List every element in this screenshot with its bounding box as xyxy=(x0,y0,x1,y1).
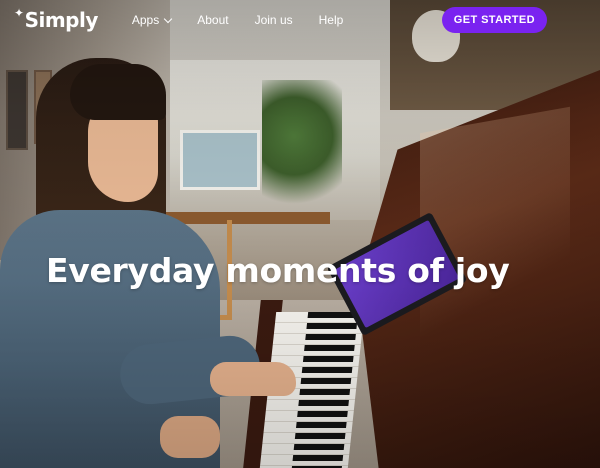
hero-image xyxy=(0,0,600,468)
nav-item-label: Help xyxy=(318,13,344,27)
nav-item-about[interactable]: About xyxy=(197,13,228,27)
nav-item-join-us[interactable]: Join us xyxy=(255,13,293,27)
nav-item-label: About xyxy=(197,13,229,27)
hero-overlay xyxy=(0,0,600,468)
nav-item-label: Apps xyxy=(131,13,160,27)
nav-item-help[interactable]: Help xyxy=(319,13,344,27)
nav-item-label: Join us xyxy=(254,13,293,27)
hero-headline: Everyday moments of joy xyxy=(46,251,510,290)
nav-links: Apps About Join us Help xyxy=(132,13,369,27)
chevron-down-icon xyxy=(163,14,173,23)
get-started-button[interactable]: GET STARTED xyxy=(441,7,547,33)
top-navigation: ✦ Simply Apps About Join us Help GET STA… xyxy=(0,0,600,40)
nav-item-apps[interactable]: Apps xyxy=(131,13,173,27)
brand-name: Simply xyxy=(24,8,99,32)
simply-logo[interactable]: ✦ Simply xyxy=(14,6,99,32)
sparkle-icon: ✦ xyxy=(14,6,24,20)
